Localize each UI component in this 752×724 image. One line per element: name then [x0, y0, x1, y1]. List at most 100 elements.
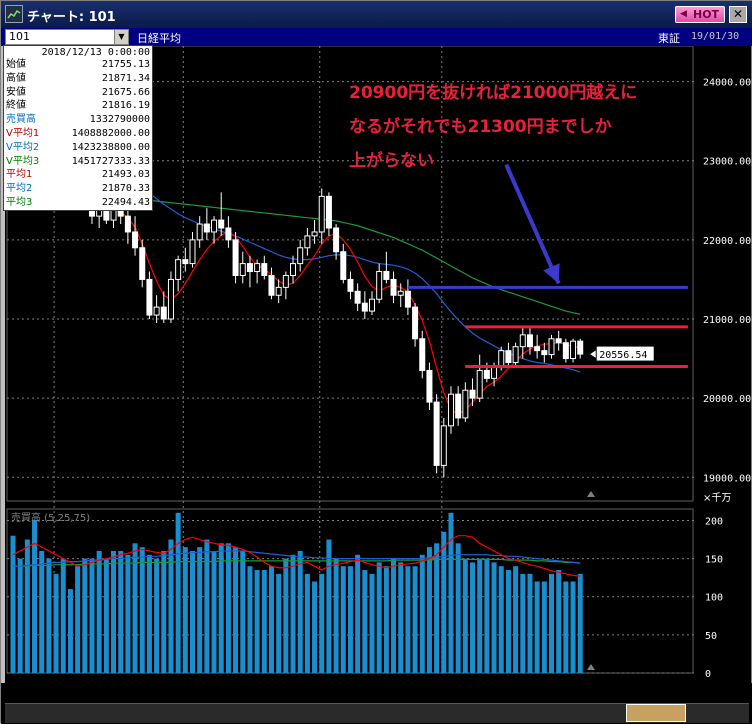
candle-body	[211, 219, 218, 233]
info-row-label: 売買高	[6, 114, 36, 126]
volume-bar	[563, 581, 569, 673]
symbol-toolbar: 101 ▼ 日経平均 東証 19/01/30	[1, 28, 752, 46]
scroll-marker-icon	[587, 664, 595, 670]
volume-bar	[154, 558, 160, 673]
volume-bar	[111, 550, 117, 673]
candle-body	[139, 247, 146, 280]
info-row-label: 平均2	[6, 183, 33, 195]
volume-bar	[139, 547, 145, 673]
info-row: 売買高 1332790000	[6, 114, 150, 125]
volume-bar	[190, 550, 195, 673]
volume-bar	[347, 566, 353, 673]
title-bar[interactable]: チャート: 101 ◀ HOT ✕	[1, 1, 752, 28]
volume-bar	[434, 543, 440, 673]
volume-bar	[498, 566, 504, 673]
volume-bar	[75, 566, 81, 673]
info-row: V平均1 1408882000.00	[6, 128, 150, 139]
annotation-line: なるがそれでも21300円までしか	[349, 117, 612, 137]
chart-icon-graphic	[7, 9, 21, 19]
volume-bar	[46, 558, 52, 673]
info-row-value: 21675.66	[101, 86, 150, 98]
candle-body	[462, 389, 469, 419]
candle-body	[512, 346, 519, 364]
ohlc-info-panel: 2018/12/13 0:00:00 始値 21755.13 高値 21871.34 安…	[3, 45, 153, 211]
info-row-value: 21755.13	[101, 59, 150, 70]
volume-bar	[204, 539, 210, 673]
volume-bar	[146, 554, 152, 673]
info-row: 平均2 21870.33	[6, 183, 150, 194]
candle-body	[304, 235, 311, 249]
close-button[interactable]: ✕	[729, 6, 747, 23]
candle-body	[246, 263, 253, 273]
chevron-down-icon[interactable]: ▼	[114, 30, 128, 44]
candle-body	[519, 334, 526, 348]
volume-bar	[441, 531, 447, 673]
volume-bar	[340, 566, 346, 673]
candle-body	[297, 247, 304, 265]
candle-body	[412, 306, 419, 340]
volume-bar	[297, 550, 303, 673]
candle-body	[225, 227, 232, 241]
volume-bar	[304, 573, 310, 673]
volume-bar	[398, 562, 404, 673]
symbol-select[interactable]: 101 ▼	[5, 29, 129, 45]
candle-body	[268, 274, 275, 296]
hot-button[interactable]: ◀ HOT	[675, 6, 725, 23]
info-row: 高値 21871.34	[6, 73, 150, 84]
info-row: 平均1 21493.03	[6, 169, 150, 180]
price-tick-label: 21000.00	[703, 315, 751, 326]
volume-bar	[484, 558, 490, 673]
volume-tick-label: 50	[705, 631, 717, 642]
time-scroll-area	[1, 683, 752, 724]
candle-body	[132, 231, 139, 249]
scrollbar-thumb[interactable]	[626, 704, 686, 722]
info-row: 終値 21816.19	[6, 100, 150, 111]
candle-body	[397, 290, 404, 296]
volume-bar	[513, 566, 519, 673]
volume-bar	[326, 539, 332, 673]
volume-bar	[405, 566, 411, 673]
candle-body	[239, 263, 246, 276]
candle-body	[146, 278, 153, 316]
volume-bar	[383, 566, 389, 673]
info-row-value: 21816.19	[101, 100, 150, 112]
price-tick-label: 20000.00	[703, 394, 751, 405]
candle-body	[311, 231, 318, 237]
candle-body	[526, 334, 533, 348]
volume-bar	[225, 543, 231, 673]
candle-body	[440, 425, 447, 466]
volume-bar	[391, 558, 397, 673]
info-row-label: 始値	[6, 59, 26, 70]
volume-bar	[491, 562, 497, 673]
info-row: 安値 21675.66	[6, 87, 150, 98]
candle-body	[124, 215, 131, 233]
candle-body	[153, 306, 160, 316]
info-row-value: 1408882000.00	[71, 128, 150, 139]
candle-body	[548, 338, 555, 356]
volume-bar	[577, 573, 583, 673]
price-tick-label: 19000.00	[703, 473, 751, 484]
info-date: 2018/12/13 0:00:00	[41, 47, 150, 58]
info-row-value: 21493.03	[101, 169, 150, 181]
candle-body	[447, 393, 454, 427]
volume-bar	[268, 566, 274, 673]
info-row-label: 高値	[6, 72, 26, 84]
window-title: チャート: 101	[27, 10, 116, 25]
volume-tick-label: 200	[705, 516, 723, 527]
info-row-value: 22494.43	[101, 197, 150, 208]
info-row-label: V平均2	[6, 141, 40, 153]
last-price-label: 20556.54	[599, 350, 647, 361]
volume-bar	[96, 550, 102, 673]
volume-bar	[419, 554, 425, 673]
candle-body	[218, 219, 225, 229]
volume-tick-label: 0	[705, 669, 711, 680]
volume-bar	[240, 550, 246, 673]
candle-body	[333, 227, 340, 253]
info-row: 始値 21755.13	[6, 59, 150, 70]
volume-bar	[549, 573, 554, 673]
volume-bar	[556, 570, 562, 673]
volume-tick-label: 100	[705, 593, 723, 604]
info-row-label: V平均1	[6, 128, 40, 139]
volume-bar	[247, 566, 253, 673]
volume-bar	[541, 581, 547, 673]
